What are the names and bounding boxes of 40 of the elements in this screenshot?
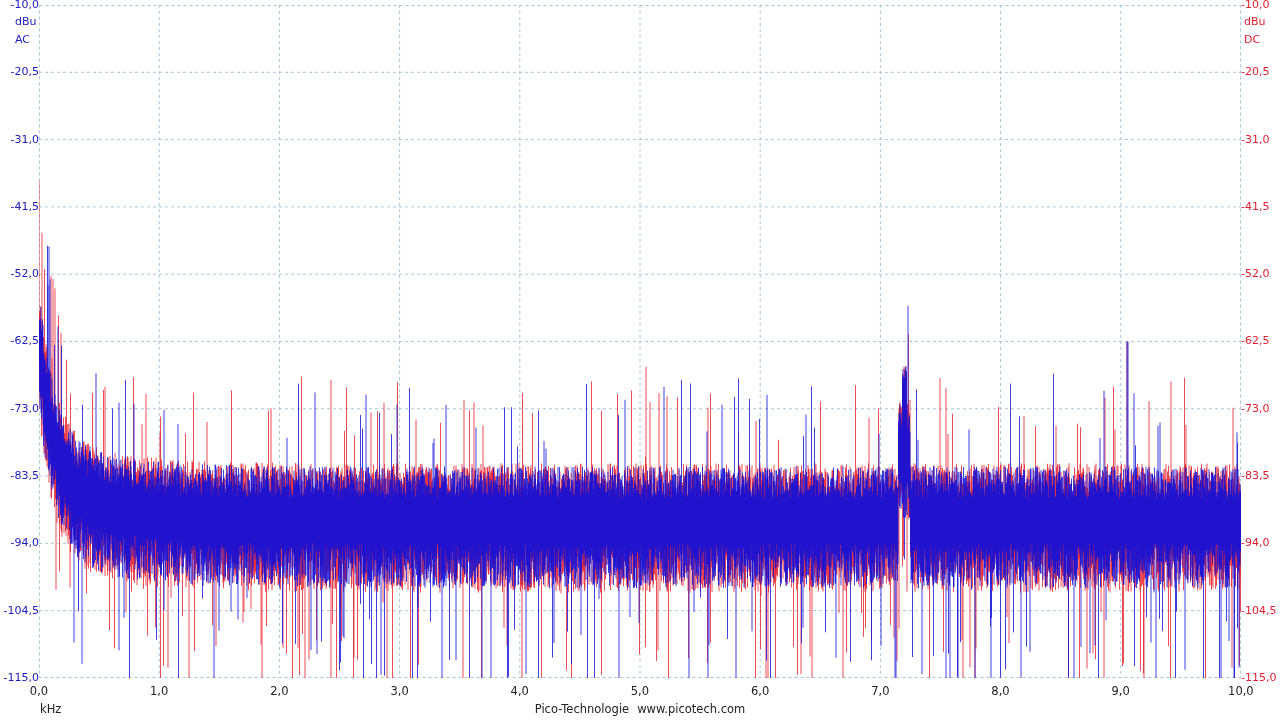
y-axis-tick-label: -62,5: [10, 335, 39, 348]
y-axis-tick-label: -83,5: [10, 470, 39, 483]
y-axis-tick-label: -31,0: [10, 133, 39, 146]
y-axis-tick-label: -115,0: [3, 671, 39, 684]
website-label: www.picotech.com: [637, 702, 746, 716]
y-axis-tick-label: -20,5: [10, 66, 39, 79]
coupling-label: AC: [15, 34, 30, 46]
axis-unit-label: dBu: [1244, 16, 1266, 28]
x-axis-tick-label: 1,0: [149, 685, 170, 698]
y-axis-tick-label: -41,5: [10, 200, 39, 213]
y-axis-tick-label: -52,0: [10, 268, 39, 281]
x-axis-tick-label: 8,0: [990, 685, 1011, 698]
brand-label: Pico-Technologie: [534, 702, 630, 716]
y-axis-tick-label: -94,0: [1241, 537, 1270, 550]
x-axis-tick-label: 4,0: [509, 685, 530, 698]
x-axis-tick-label: 6,0: [749, 685, 771, 698]
y-axis-tick-label: -94,0: [10, 537, 39, 550]
y-axis-tick-label: -115,0: [1241, 671, 1277, 684]
y-axis-tick-label: -10,0: [1241, 0, 1270, 11]
x-axis-tick-label: 0,0: [28, 685, 50, 698]
x-axis-tick-label: 7,0: [870, 685, 891, 698]
axis-unit-label: dBu: [15, 16, 37, 28]
y-axis-tick-label: -104,5: [1241, 604, 1277, 617]
x-axis-tick-label: 5,0: [629, 685, 651, 698]
y-axis-tick-label: -52,0: [1241, 268, 1270, 281]
y-axis-tick-label: -73,0: [10, 402, 39, 415]
coupling-label: DC: [1244, 34, 1261, 46]
y-axis-tick-label: -62,5: [1241, 335, 1270, 348]
y-axis-tick-label: -83,5: [1241, 470, 1270, 483]
y-axis-tick-label: -10,0: [10, 0, 39, 11]
x-axis-unit-label: kHz: [39, 702, 63, 716]
y-axis-tick-label: -20,5: [1241, 66, 1270, 79]
x-axis-tick-label: 2,0: [269, 685, 290, 698]
y-axis-tick-label: -31,0: [1241, 133, 1270, 146]
x-axis-tick-label: 9,0: [1110, 685, 1131, 698]
x-axis-tick-label: 3,0: [389, 685, 410, 698]
y-axis-tick-label: -41,5: [1241, 200, 1270, 213]
y-axis-tick-label: -104,5: [3, 604, 39, 617]
x-axis-tick-label: 10,0: [1227, 685, 1255, 698]
y-axis-tick-label: -73,0: [1241, 402, 1270, 415]
